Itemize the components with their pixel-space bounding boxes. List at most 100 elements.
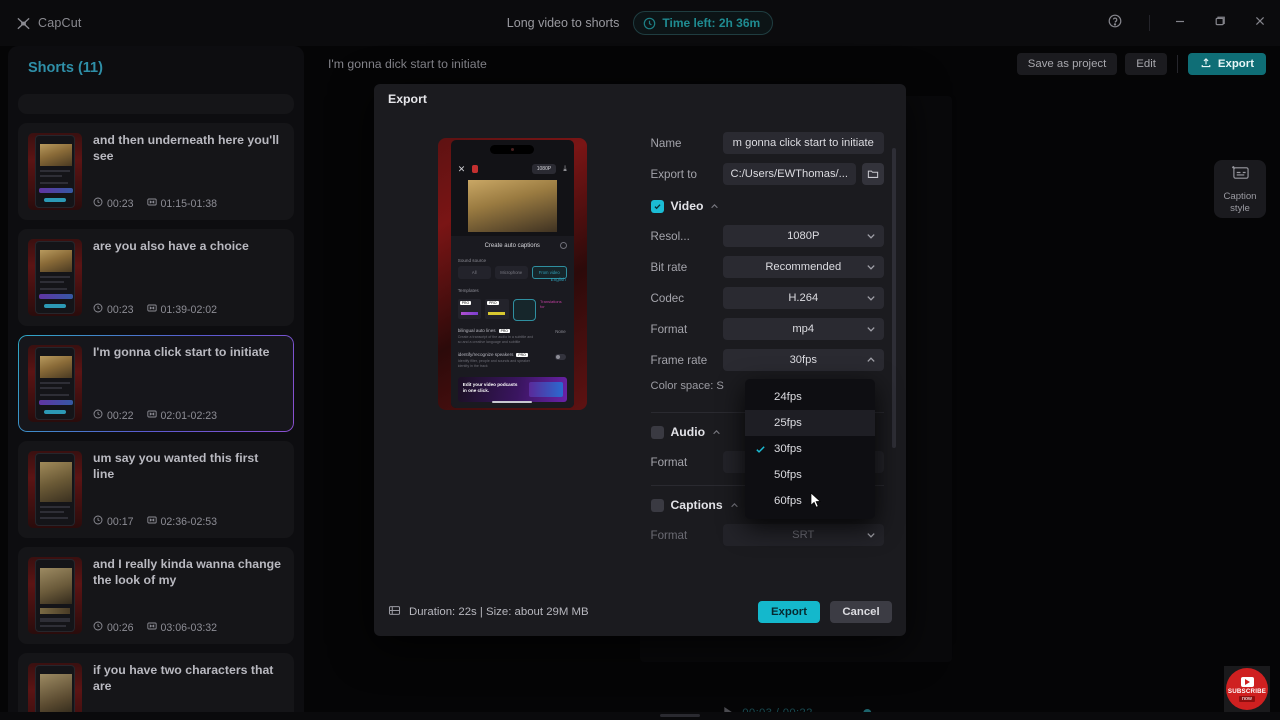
language-value: English [551,277,566,282]
list-item[interactable]: are you also have a choice 00:23 01:39-0… [18,229,294,326]
resolution-row: Resol... 1080P [651,225,885,247]
clip-range-icon [147,197,157,210]
framerate-select[interactable]: 30fps [723,349,885,371]
list-item-meta: 00:22 02:01-02:23 [93,409,282,422]
promo-text: Edit your video podcasts in one click. [463,382,518,394]
range-meta: 01:39-02:02 [147,303,218,316]
chevron-down-icon [866,293,876,303]
list-item-body: and I really kinda wanna change the look… [93,557,282,634]
list-item-label: and then underneath here you'll see [93,133,282,164]
captions-checkbox[interactable] [651,499,664,512]
audio-checkbox[interactable] [651,426,664,439]
minimize-button[interactable] [1160,0,1200,46]
bottom-scrollbar[interactable] [660,714,700,717]
segment-all[interactable]: All [458,266,491,279]
framerate-row: Frame rate 30fps [651,349,885,371]
dialog-cancel-button[interactable]: Cancel [830,601,892,623]
gear-icon [560,242,567,249]
translations-link[interactable]: Translations for [540,299,567,309]
codec-select[interactable]: H.264 [723,287,885,309]
help-button[interactable] [1095,0,1135,46]
templates-row[interactable]: PRO PRO Translations for [451,296,574,321]
duration-text: 00:26 [107,622,134,634]
dropdown-option-label: 30fps [774,443,802,455]
save-as-project-button[interactable]: Save as project [1017,53,1118,75]
time-left-badge[interactable]: Time left: 2h 36m [633,11,773,35]
option-speakers[interactable]: identify/recognize speakersPRO Identify … [451,345,574,369]
clip-range-icon [147,303,157,316]
sidebar-header: Shorts (11) [8,46,304,82]
phone-top-icons: ✕ 1080P ⤓ [451,163,574,175]
range-meta: 01:15-01:38 [147,197,218,210]
close-button[interactable] [1240,0,1280,46]
chevron-down-icon [866,231,876,241]
clip-range-icon [147,409,157,422]
dropdown-option-label: 25fps [774,417,802,429]
dropdown-option-25fps[interactable]: 25fps [745,410,875,436]
template-item[interactable]: PRO [458,299,481,319]
video-section-header[interactable]: Video [651,199,885,213]
dialog-scrollbar[interactable] [892,148,896,448]
help-circle-icon [1108,14,1122,33]
format-select[interactable]: mp4 [723,318,885,340]
duration-meta: 00:23 [93,197,134,210]
home-indicator [492,401,532,403]
list-item[interactable]: if you have two characters that are [18,653,294,712]
check-icon [755,444,766,455]
upload-icon: ⤓ [563,164,567,174]
duration-text: 00:23 [107,304,134,316]
clock-icon [93,303,103,316]
caption-style-button[interactable]: Captionstyle [1214,160,1266,218]
name-input[interactable]: m gonna click start to initiate [723,132,885,154]
window-controls [1095,0,1280,46]
list-item-meta: 00:23 01:15-01:38 [93,197,282,210]
phone-panel-title: Create auto captions [451,236,574,249]
resolution-select[interactable]: 1080P [723,225,885,247]
option-title: bilingual auto linesPRO [458,328,567,333]
range-text: 03:06-03:32 [161,622,218,634]
dialog-export-button[interactable]: Export [758,601,820,623]
maximize-icon [1213,14,1227,33]
captions-format-label: Format [651,529,723,542]
template-item-selected[interactable] [513,299,536,321]
list-item[interactable]: and I really kinda wanna change the look… [18,547,294,644]
chevron-down-icon [866,530,876,540]
shorts-sidebar: Shorts (11) and then underneath here you… [8,46,304,712]
dialog-preview-pane: ✕ 1080P ⤓ Create auto captions Sound sou… [374,114,651,588]
list-item-selected[interactable]: I'm gonna click start to initiate 00:22 … [18,335,294,432]
captions-format-select[interactable]: SRT [723,524,885,546]
clock-icon [643,17,656,30]
dialog-title: Export [388,92,427,106]
phone-hero-image [468,180,557,232]
list-item[interactable]: and then underneath here you'll see 00:2… [18,123,294,220]
promo-banner[interactable]: Edit your video podcasts in one click. [458,377,567,402]
template-item[interactable]: PRO [485,299,508,319]
thumbnail [28,345,82,422]
bitrate-select[interactable]: Recommended [723,256,885,278]
thumbnail [28,663,82,712]
video-checkbox[interactable] [651,200,664,213]
list-item[interactable] [18,94,294,114]
list-item-label: um say you wanted this first line [93,451,282,482]
folder-icon[interactable] [862,163,884,185]
export-button-top[interactable]: Export [1188,53,1266,75]
option-bilingual[interactable]: bilingual auto linesPRO Create a transcr… [451,321,574,345]
chevron-up-icon[interactable] [712,428,721,437]
resolution-chip: 1080P [532,164,556,174]
list-item[interactable]: um say you wanted this first line 00:17 … [18,441,294,538]
shorts-list[interactable]: and then underneath here you'll see 00:2… [8,94,304,712]
segment-microphone[interactable]: Microphone [495,266,528,279]
maximize-button[interactable] [1200,0,1240,46]
dropdown-option-30fps[interactable]: 30fps [745,436,875,462]
chevron-up-icon[interactable] [710,202,719,211]
duration-meta: 00:22 [93,409,134,422]
export-to-input[interactable]: C:/Users/EWThomas/... [723,163,857,185]
dropdown-option-24fps[interactable]: 24fps [745,384,875,410]
option-toggle[interactable] [555,354,566,360]
dropdown-option-50fps[interactable]: 50fps [745,462,875,488]
export-dialog: Export ✕ 1080P ⤓ Create au [374,84,906,636]
format-row: Format mp4 [651,318,885,340]
close-icon [1253,14,1267,33]
chevron-up-icon[interactable] [730,501,739,510]
edit-button[interactable]: Edit [1125,53,1167,75]
